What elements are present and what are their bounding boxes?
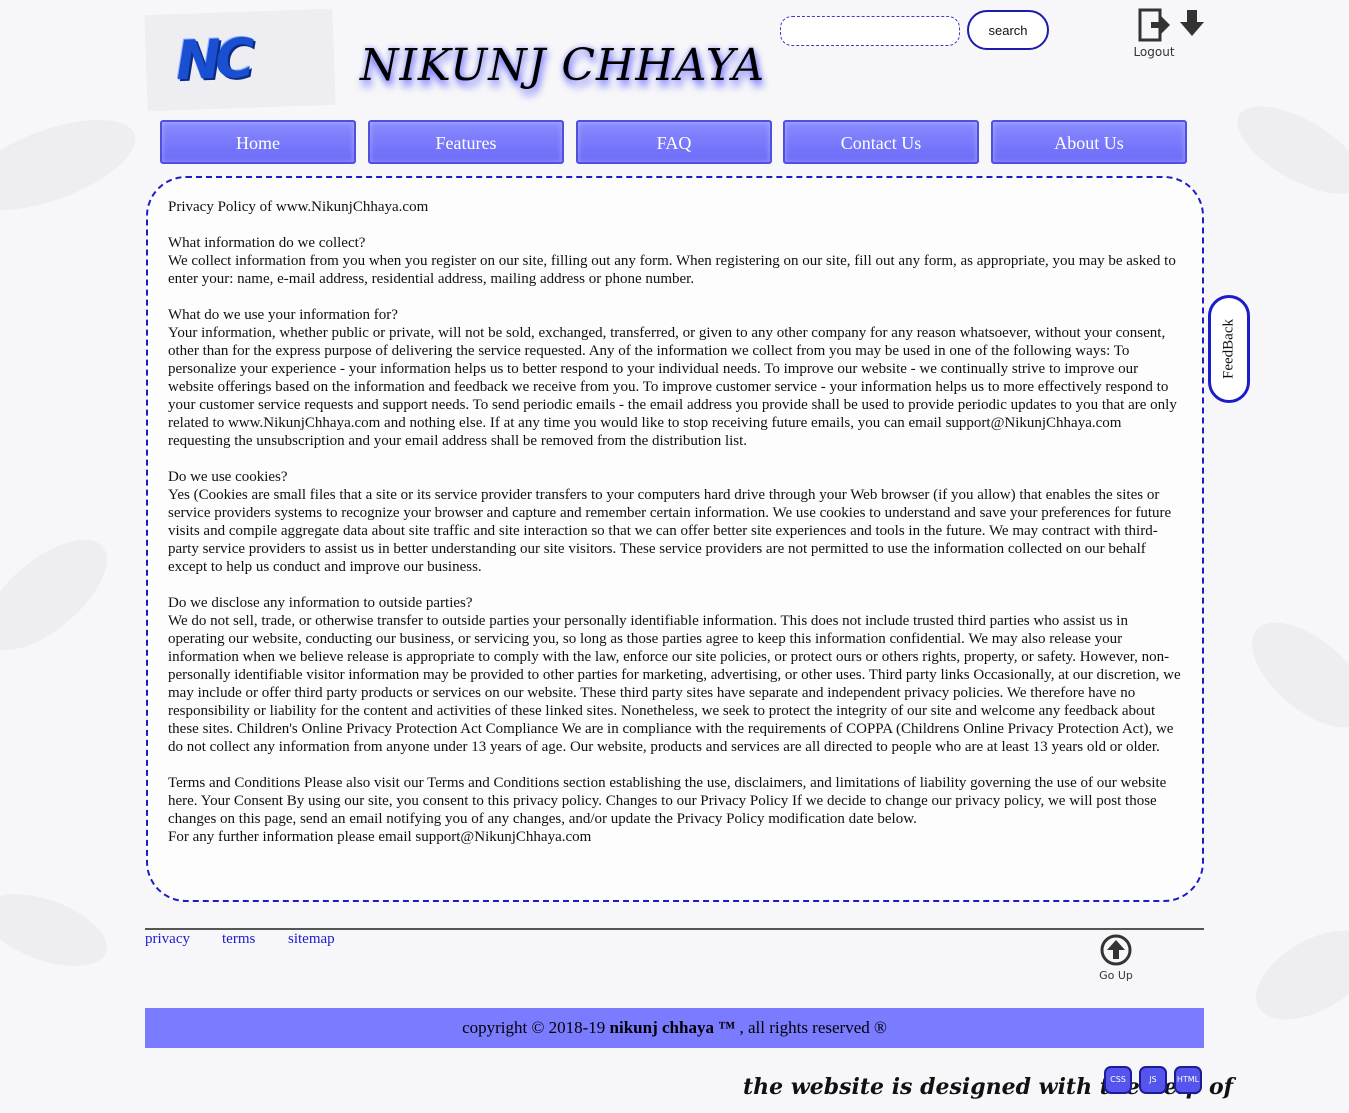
policy-section: What do we use your information for? You… bbox=[168, 306, 1182, 450]
feedback-label: FeedBack bbox=[1220, 319, 1237, 379]
footer-link-privacy[interactable]: privacy bbox=[145, 931, 190, 948]
site-logo[interactable]: NC bbox=[144, 8, 336, 112]
search-input[interactable] bbox=[780, 16, 960, 46]
logout-label: Logout bbox=[1133, 45, 1175, 59]
terms-text: Terms and Conditions Please also visit o… bbox=[168, 775, 1167, 827]
footer-divider bbox=[145, 928, 1204, 930]
logo-mark: NC bbox=[174, 26, 250, 93]
privacy-policy-content: Privacy Policy of www.NikunjChhaya.com W… bbox=[146, 176, 1204, 902]
nav-faq[interactable]: FAQ bbox=[576, 120, 772, 164]
background-shape bbox=[0, 879, 117, 981]
copyright-name: nikunj chhaya ™ bbox=[609, 1018, 736, 1037]
arrow-up-circle-icon bbox=[1100, 934, 1132, 966]
copyright-suffix: , all rights reserved ® bbox=[735, 1018, 887, 1037]
nav-home[interactable]: Home bbox=[160, 120, 356, 164]
contact-text: For any further information please email… bbox=[168, 829, 592, 845]
policy-section: Do we disclose any information to outsid… bbox=[168, 594, 1182, 756]
background-shape bbox=[1224, 89, 1349, 211]
copyright-bar: copyright © 2018-19 nikunj chhaya ™ , al… bbox=[145, 1008, 1204, 1048]
background-shape bbox=[0, 519, 125, 671]
copyright-prefix: copyright © 2018-19 bbox=[462, 1018, 610, 1037]
html-badge-icon[interactable]: HTML bbox=[1174, 1066, 1202, 1094]
section-body: We collect information from you when you… bbox=[168, 253, 1176, 287]
js-badge-icon[interactable]: JS bbox=[1139, 1066, 1167, 1094]
section-body: Yes (Cookies are small files that a site… bbox=[168, 487, 1172, 575]
logout-button[interactable]: Logout bbox=[1128, 8, 1180, 64]
feedback-tab[interactable]: FeedBack bbox=[1208, 295, 1250, 403]
section-heading: What information do we collect? bbox=[168, 235, 366, 251]
policy-title: Privacy Policy of www.NikunjChhaya.com bbox=[168, 199, 429, 215]
section-heading: Do we use cookies? bbox=[168, 469, 288, 485]
section-heading: What do we use your information for? bbox=[168, 307, 398, 323]
nav-features[interactable]: Features bbox=[368, 120, 564, 164]
section-heading: Do we disclose any information to outsid… bbox=[168, 595, 473, 611]
policy-section: What information do we collect? We colle… bbox=[168, 234, 1182, 288]
search-button[interactable]: search bbox=[967, 10, 1049, 50]
background-shape bbox=[1241, 912, 1349, 1038]
main-nav: Home Features FAQ Contact Us About Us bbox=[160, 120, 1190, 166]
policy-section: Do we use cookies? Yes (Cookies are smal… bbox=[168, 468, 1182, 576]
background-shape bbox=[1233, 603, 1349, 747]
background-shape bbox=[0, 101, 147, 229]
section-body: We do not sell, trade, or otherwise tran… bbox=[168, 613, 1181, 755]
policy-terms: Terms and Conditions Please also visit o… bbox=[168, 774, 1182, 846]
download-icon[interactable] bbox=[1180, 10, 1204, 38]
section-body: Your information, whether public or priv… bbox=[168, 325, 1177, 449]
go-up-label: Go Up bbox=[1099, 969, 1133, 982]
site-title: NIKUNJ CHHAYA bbox=[360, 40, 766, 91]
nav-contact[interactable]: Contact Us bbox=[783, 120, 979, 164]
css-badge-icon[interactable]: CSS bbox=[1104, 1066, 1132, 1094]
nav-about[interactable]: About Us bbox=[991, 120, 1187, 164]
go-up-button[interactable]: Go Up bbox=[1096, 934, 1136, 982]
footer-link-terms[interactable]: terms bbox=[222, 931, 255, 948]
logout-icon bbox=[1138, 8, 1170, 42]
footer-link-sitemap[interactable]: sitemap bbox=[288, 931, 335, 948]
